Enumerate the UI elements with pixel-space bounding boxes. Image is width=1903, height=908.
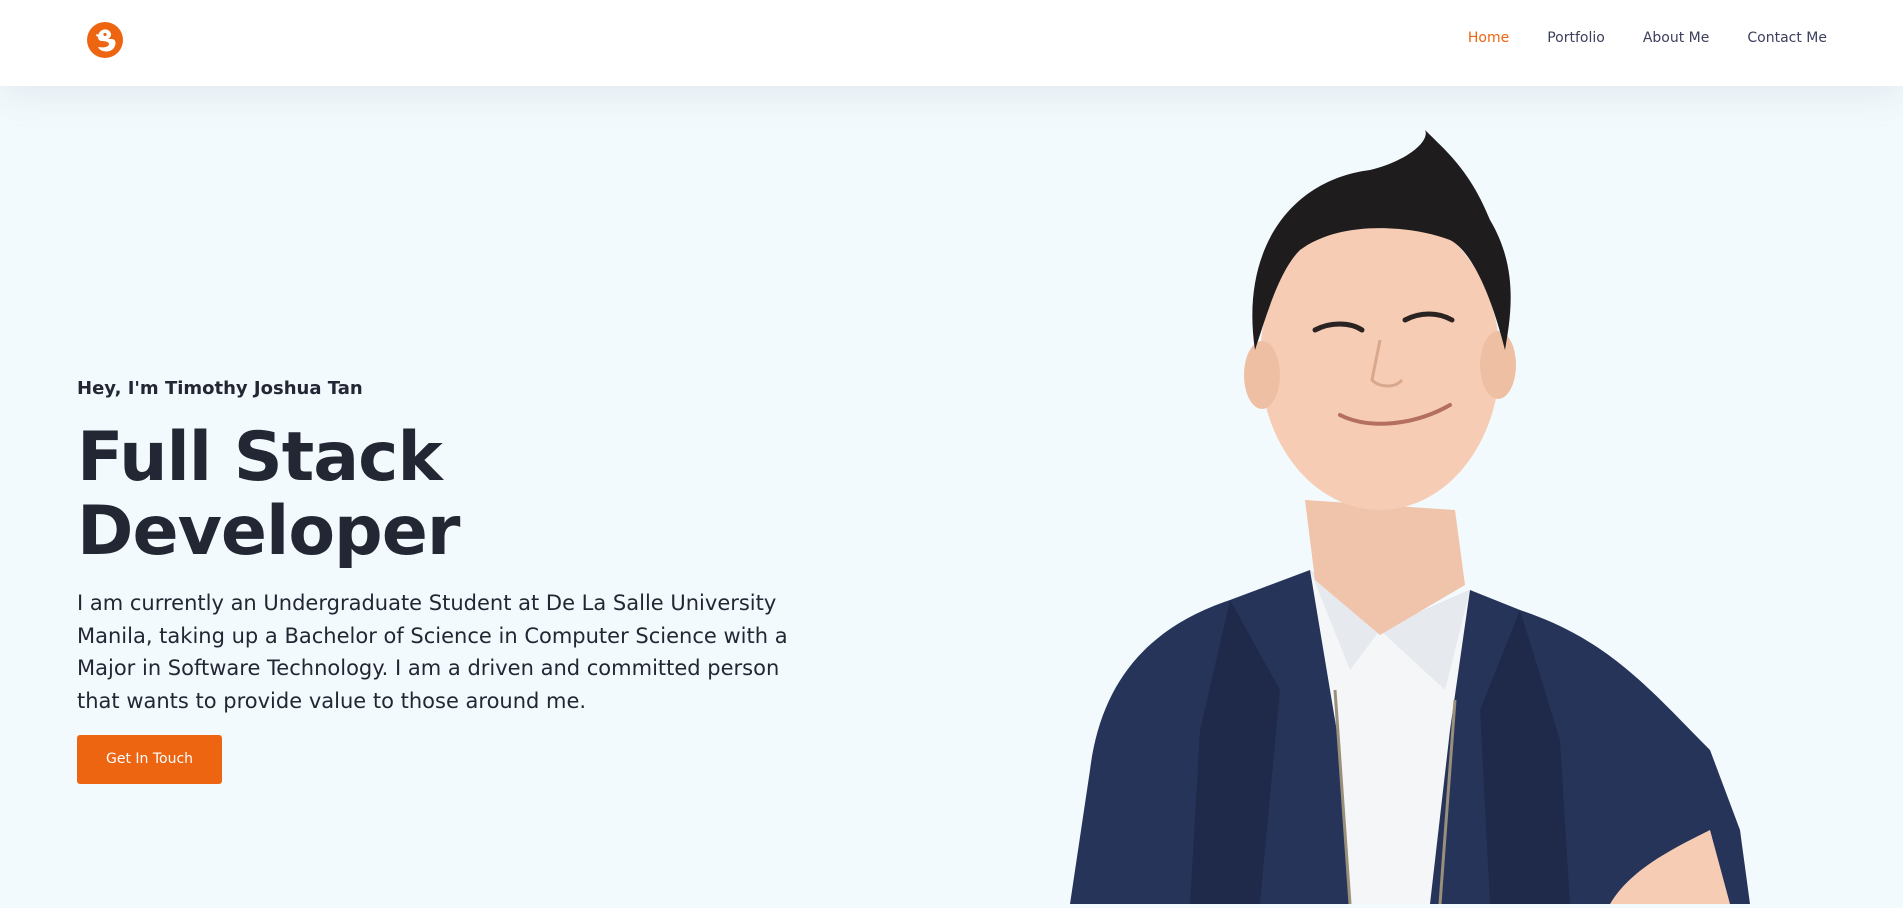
profile-portrait	[1050, 130, 1780, 905]
hero-section: Hey, I'm Timothy Joshua Tan Full Stack D…	[77, 378, 837, 784]
get-in-touch-button[interactable]: Get In Touch	[77, 735, 223, 784]
site-header: Home Portfolio About Me Contact Me	[0, 0, 1903, 86]
main-nav: Home Portfolio About Me Contact Me	[1430, 30, 1827, 46]
hero-title: Full Stack Developer	[77, 418, 460, 571]
nav-portfolio-link[interactable]: Portfolio	[1547, 30, 1605, 46]
nav-contact-link[interactable]: Contact Me	[1747, 30, 1827, 46]
nav-home-link[interactable]: Home	[1468, 30, 1509, 46]
duck-logo-icon[interactable]	[85, 20, 125, 60]
hero-greeting: Hey, I'm Timothy Joshua Tan	[77, 378, 363, 399]
hero-description: I am currently an Undergraduate Student …	[77, 591, 788, 713]
nav-about-link[interactable]: About Me	[1643, 30, 1710, 46]
